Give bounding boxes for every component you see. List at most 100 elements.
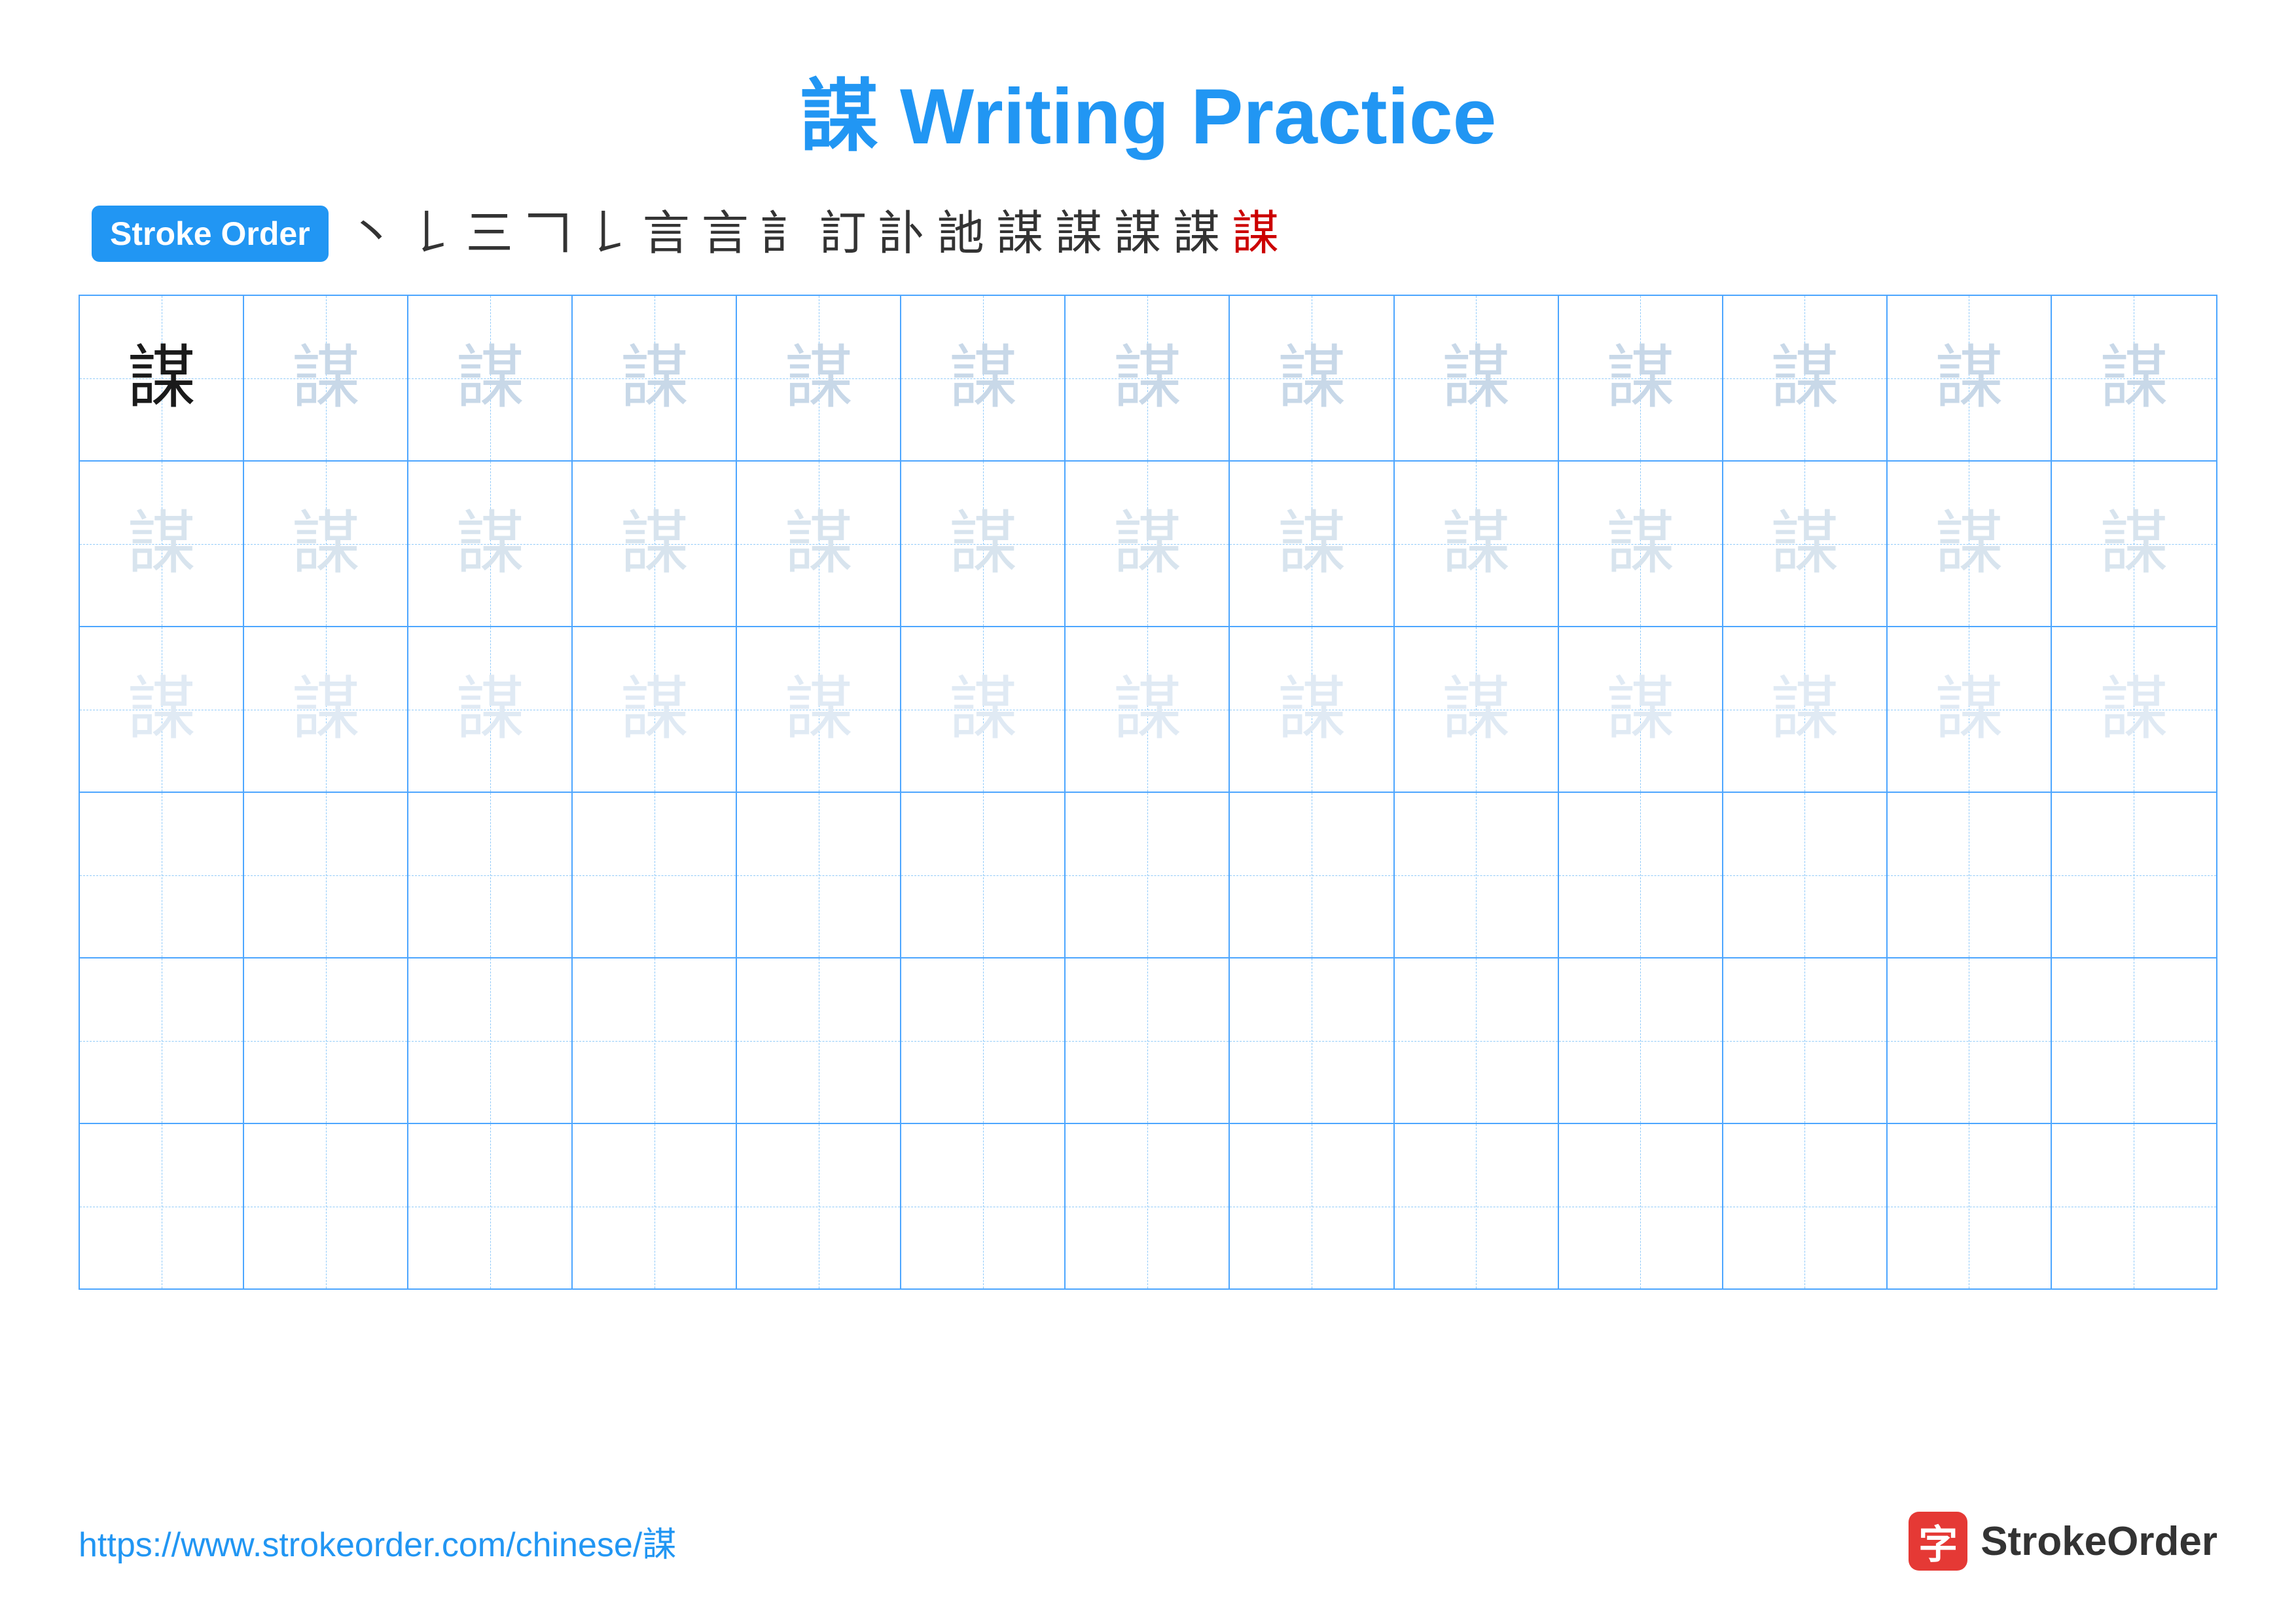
cell-4-11[interactable] [1723, 793, 1888, 957]
cell-5-7[interactable] [1066, 958, 1230, 1123]
cell-3-2[interactable]: 謀 [244, 627, 408, 792]
cell-1-11[interactable]: 謀 [1723, 296, 1888, 460]
cell-2-2[interactable]: 謀 [244, 462, 408, 626]
cell-1-10[interactable]: 謀 [1559, 296, 1723, 460]
cell-6-2[interactable] [244, 1124, 408, 1288]
char-guide: 謀 [784, 675, 853, 744]
cell-6-9[interactable] [1395, 1124, 1559, 1288]
cell-4-8[interactable] [1230, 793, 1394, 957]
cell-6-7[interactable] [1066, 1124, 1230, 1288]
cell-4-12[interactable] [1888, 793, 2052, 957]
cell-4-10[interactable] [1559, 793, 1723, 957]
cell-6-11[interactable] [1723, 1124, 1888, 1288]
cell-5-1[interactable] [80, 958, 244, 1123]
practice-grid: 謀 謀 謀 謀 謀 謀 謀 謀 謀 謀 謀 謀 謀 謀 謀 謀 謀 謀 謀 謀 … [79, 295, 2217, 1290]
char-guide: 謀 [1770, 344, 1839, 412]
char-guide: 謀 [291, 675, 360, 744]
cell-4-6[interactable] [901, 793, 1066, 957]
cell-1-4[interactable]: 謀 [573, 296, 737, 460]
char-guide: 謀 [456, 509, 524, 578]
cell-2-1[interactable]: 謀 [80, 462, 244, 626]
char-guide: 謀 [1277, 675, 1346, 744]
cell-6-12[interactable] [1888, 1124, 2052, 1288]
cell-3-3[interactable]: 謀 [408, 627, 573, 792]
cell-6-1[interactable] [80, 1124, 244, 1288]
cell-5-11[interactable] [1723, 958, 1888, 1123]
cell-2-13[interactable]: 謀 [2052, 462, 2216, 626]
cell-3-1[interactable]: 謀 [80, 627, 244, 792]
char-guide: 謀 [1935, 675, 2003, 744]
cell-1-12[interactable]: 謀 [1888, 296, 2052, 460]
cell-1-5[interactable]: 謀 [737, 296, 901, 460]
char-guide: 謀 [1770, 509, 1839, 578]
cell-2-7[interactable]: 謀 [1066, 462, 1230, 626]
cell-6-3[interactable] [408, 1124, 573, 1288]
cell-5-6[interactable] [901, 958, 1066, 1123]
cell-2-6[interactable]: 謀 [901, 462, 1066, 626]
cell-2-10[interactable]: 謀 [1559, 462, 1723, 626]
cell-4-13[interactable] [2052, 793, 2216, 957]
cell-1-6[interactable]: 謀 [901, 296, 1066, 460]
cell-3-12[interactable]: 謀 [1888, 627, 2052, 792]
char-guide: 謀 [2100, 344, 2168, 412]
cell-5-5[interactable] [737, 958, 901, 1123]
logo-text: StrokeOrder [1981, 1518, 2217, 1565]
cell-6-4[interactable] [573, 1124, 737, 1288]
cell-5-8[interactable] [1230, 958, 1394, 1123]
cell-2-5[interactable]: 謀 [737, 462, 901, 626]
stroke-1: 丶 [348, 210, 395, 257]
cell-5-4[interactable] [573, 958, 737, 1123]
cell-5-2[interactable] [244, 958, 408, 1123]
cell-1-2[interactable]: 謀 [244, 296, 408, 460]
char-guide: 謀 [456, 675, 524, 744]
cell-3-9[interactable]: 謀 [1395, 627, 1559, 792]
cell-6-10[interactable] [1559, 1124, 1723, 1288]
cell-6-8[interactable] [1230, 1124, 1394, 1288]
char-guide: 謀 [948, 675, 1017, 744]
cell-1-3[interactable]: 謀 [408, 296, 573, 460]
cell-4-7[interactable] [1066, 793, 1230, 957]
cell-6-13[interactable] [2052, 1124, 2216, 1288]
cell-2-9[interactable]: 謀 [1395, 462, 1559, 626]
cell-6-6[interactable] [901, 1124, 1066, 1288]
cell-2-4[interactable]: 謀 [573, 462, 737, 626]
cell-1-7[interactable]: 謀 [1066, 296, 1230, 460]
cell-4-1[interactable] [80, 793, 244, 957]
stroke-12: 謀 [996, 210, 1043, 257]
cell-2-12[interactable]: 謀 [1888, 462, 2052, 626]
cell-5-12[interactable] [1888, 958, 2052, 1123]
cell-3-11[interactable]: 謀 [1723, 627, 1888, 792]
cell-3-13[interactable]: 謀 [2052, 627, 2216, 792]
cell-1-9[interactable]: 謀 [1395, 296, 1559, 460]
cell-2-11[interactable]: 謀 [1723, 462, 1888, 626]
cell-4-5[interactable] [737, 793, 901, 957]
stroke-7: 言 [702, 210, 749, 257]
char-guide: 謀 [1606, 344, 1675, 412]
footer-url[interactable]: https://www.strokeorder.com/chinese/謀 [79, 1517, 676, 1566]
cell-3-7[interactable]: 謀 [1066, 627, 1230, 792]
cell-4-3[interactable] [408, 793, 573, 957]
char-guide: 謀 [620, 675, 689, 744]
char-guide: 謀 [1935, 344, 2003, 412]
cell-3-6[interactable]: 謀 [901, 627, 1066, 792]
grid-row-2: 謀 謀 謀 謀 謀 謀 謀 謀 謀 謀 謀 謀 謀 [80, 462, 2216, 627]
cell-5-13[interactable] [2052, 958, 2216, 1123]
cell-1-1[interactable]: 謀 [80, 296, 244, 460]
cell-6-5[interactable] [737, 1124, 901, 1288]
cell-5-10[interactable] [1559, 958, 1723, 1123]
cell-4-9[interactable] [1395, 793, 1559, 957]
cell-3-5[interactable]: 謀 [737, 627, 901, 792]
cell-3-10[interactable]: 謀 [1559, 627, 1723, 792]
cell-2-8[interactable]: 謀 [1230, 462, 1394, 626]
cell-5-9[interactable] [1395, 958, 1559, 1123]
cell-3-4[interactable]: 謀 [573, 627, 737, 792]
stroke-order-badge: Stroke Order [92, 206, 329, 262]
cell-5-3[interactable] [408, 958, 573, 1123]
cell-2-3[interactable]: 謀 [408, 462, 573, 626]
cell-4-2[interactable] [244, 793, 408, 957]
cell-1-13[interactable]: 謀 [2052, 296, 2216, 460]
stroke-14: 謀 [1114, 210, 1161, 257]
cell-1-8[interactable]: 謀 [1230, 296, 1394, 460]
cell-3-8[interactable]: 謀 [1230, 627, 1394, 792]
cell-4-4[interactable] [573, 793, 737, 957]
